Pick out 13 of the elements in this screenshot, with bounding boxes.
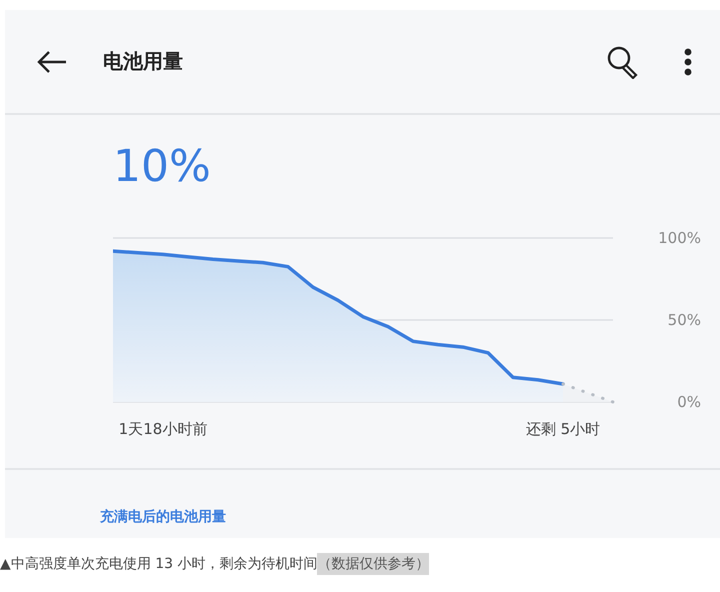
y-axis-label: 100% [658, 229, 701, 247]
search-icon[interactable] [606, 44, 640, 78]
x-axis-label: 还剩 5小时 [526, 420, 600, 438]
x-axis-label: 1天18小时前 [118, 420, 208, 438]
y-axis-label: 0% [677, 393, 701, 411]
battery-percentage: 10% [113, 145, 212, 189]
page-title: 电池用量 [103, 48, 184, 75]
caption-note: （数据仅供参考） [317, 553, 430, 575]
more-options-icon[interactable] [684, 48, 692, 76]
section-link[interactable]: 充满电后的电池用量 [100, 508, 226, 526]
caption-text: ▲中高强度单次充电使用 13 小时，剩余为待机时间 [0, 556, 318, 572]
y-axis-label: 50% [668, 311, 701, 329]
back-arrow-icon[interactable] [36, 50, 68, 74]
